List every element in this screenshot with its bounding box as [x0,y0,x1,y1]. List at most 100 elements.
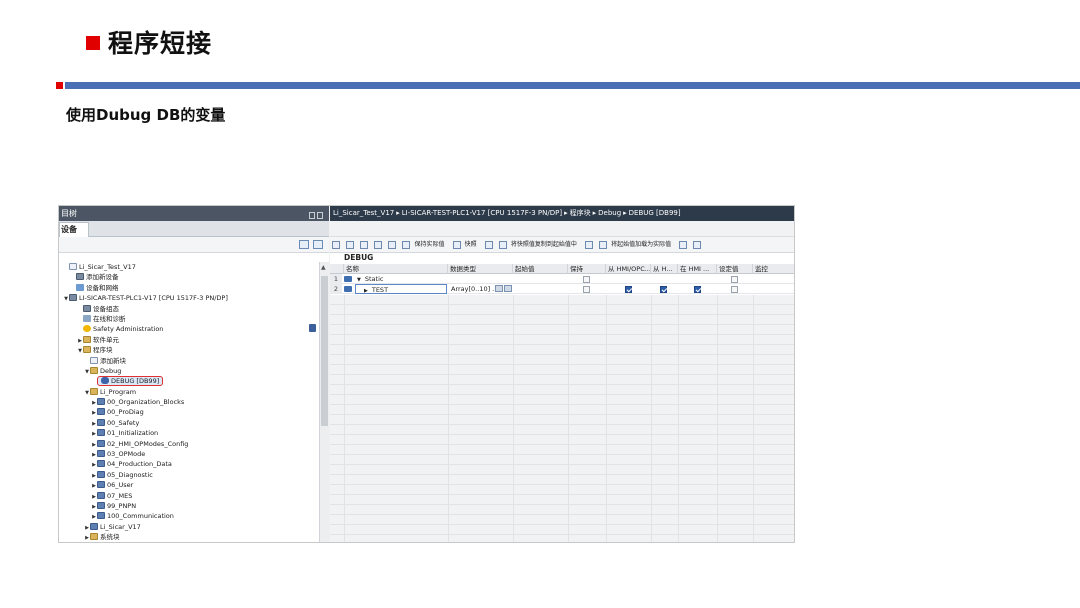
tree-item[interactable]: 设备组态 [59,304,319,314]
collapse-icon[interactable] [374,241,383,249]
project-tree-scrollbar[interactable]: ▲ [319,262,329,542]
breadcrumb-item[interactable]: DEBUG [DB99] [629,209,681,217]
table-row[interactable]: 2 ▶ TEST Array[0..10] ... [330,284,794,294]
start-value-cell[interactable] [515,284,565,294]
monitor-icon[interactable] [402,241,411,249]
tree-item[interactable]: ▶ 软件单元 [59,335,319,345]
tree-item[interactable]: ▶ 01_Initialization [59,428,319,438]
tree-item[interactable]: ▶ 07_MES [59,491,319,501]
project-tree-pane: 目树 设备 Li_Sicar_Test_V17 添加新设备 设备和网络 ▼ LI-SIC… [59,206,329,542]
setpoint-checkbox[interactable] [731,286,738,293]
type-dialog-icon[interactable] [495,285,503,292]
more-icon[interactable] [693,241,702,249]
load-all-icon[interactable] [599,241,608,249]
variable-name-cell[interactable]: ▶ TEST [355,284,447,294]
tree-item[interactable]: Li_Sicar_Test_V17 [59,262,319,272]
add-row-icon[interactable] [346,241,355,249]
tree-item[interactable]: ▼ Li_Program [59,387,319,397]
tree-item[interactable]: ▶ 05_Diagnostic [59,470,319,480]
tree-item-label: 设备组态 [93,304,119,313]
expand-icon[interactable] [360,241,369,249]
breadcrumb-item[interactable]: LI-SICAR-TEST-PLC1-V17 [CPU 1517F-3 PN/D… [402,209,562,217]
breadcrumb-item[interactable]: 程序块 [570,209,591,217]
dev-icon [83,304,91,312]
block-icon [97,512,105,520]
column-header[interactable]: 监控 [753,264,794,274]
grid-view-icon[interactable] [299,240,309,249]
breadcrumb-item[interactable]: Debug [598,209,621,217]
tree-item[interactable]: ▼ LI-SICAR-TEST-PLC1-V17 [CPU 1517F-3 PN/… [59,293,319,303]
scroll-up-icon[interactable]: ▲ [321,264,326,271]
column-header[interactable]: 数据类型 [448,264,513,274]
tree-item[interactable]: ▼ 程序块 [59,345,319,355]
load-icon[interactable] [584,241,593,249]
column-header[interactable]: 从 HMI/OPC... [606,264,651,274]
block-icon [97,460,105,468]
copy-icon[interactable] [484,241,493,249]
hmi-access-checkbox[interactable] [625,286,632,293]
title-marker [86,36,100,50]
expand-arrow-icon[interactable]: ▶ [364,288,368,293]
load-start-button[interactable]: 将起始值加载为实际值 [611,237,671,253]
db-title: DEBUG [344,253,374,262]
insert-row-icon[interactable] [332,241,340,249]
data-type-cell[interactable] [450,274,494,284]
tree-item-selected[interactable]: DEBUG [DB99] [59,376,319,387]
column-header[interactable]: 设定值 [717,264,753,274]
keep-actual-button[interactable]: 保持实际值 [414,237,444,253]
tree-item-label: 05_Diagnostic [107,470,153,479]
snapshot-button[interactable]: 快照 [465,237,477,253]
tree-item[interactable]: ▶ 系统块 [59,532,319,542]
pin-icon[interactable] [309,212,315,219]
table-empty-area [330,295,794,542]
tree-item-label: 00_Organization_Blocks [107,398,185,407]
db-editor-pane: Li_Sicar_Test_V17 ▸ LI-SICAR-TEST-PLC1-V17… [330,206,794,542]
tree-item[interactable]: ▶ 03_OPMode [59,449,319,459]
tree-item[interactable]: ▶ 00_ProDiag [59,407,319,417]
copy-all-icon[interactable] [498,241,507,249]
setpoint-checkbox[interactable] [731,276,738,283]
snapshot-icon[interactable] [452,241,461,249]
hmi-visible-checkbox[interactable] [694,286,701,293]
retain-checkbox[interactable] [583,276,590,283]
breadcrumb-item[interactable]: Li_Sicar_Test_V17 [333,209,394,217]
variable-name-cell[interactable]: ▼ Static [355,274,447,284]
start-value-cell[interactable] [515,274,565,284]
column-header[interactable]: 名称 [344,264,448,274]
settings-icon[interactable] [679,241,688,249]
collapse-arrow-icon[interactable]: ▼ [357,277,361,283]
column-header[interactable]: 保持 [568,264,606,274]
hmi-write-checkbox[interactable] [660,286,667,293]
tab-devices[interactable]: 设备 [59,222,89,237]
column-header[interactable]: 从 H... [651,264,678,274]
tree-item[interactable]: ▶ 100_Communication [59,511,319,521]
column-header[interactable]: 在 HMI ... [678,264,717,274]
copy-snapshot-button[interactable]: 将快照值复制到起始值中 [511,237,577,253]
list-icon[interactable] [388,241,397,249]
table-row[interactable]: 1 ▼ Static [330,274,794,284]
tree-item[interactable]: ▶ Li_Sicar_V17 [59,522,319,532]
tree-item[interactable]: 设备和网络 [59,283,319,293]
tree-view-icon[interactable] [313,240,323,249]
tree-item[interactable]: 添加新设备 [59,272,319,282]
tree-item[interactable]: ▶ 04_Production_Data [59,459,319,469]
tree-item-label: 程序块 [93,346,113,355]
tree-item[interactable]: ▶ 06_User [59,480,319,490]
tree-item[interactable]: ▼ Debug [59,366,319,376]
tree-item[interactable]: ▶ 02_HMI_OPModes_Config [59,439,319,449]
minimize-icon[interactable] [317,212,323,219]
retain-checkbox[interactable] [583,286,590,293]
data-type-cell[interactable]: Array[0..10] ... [450,284,494,294]
tree-item-content: 01_Initialization [97,429,158,437]
tree-item[interactable]: ▶ 00_Safety [59,418,319,428]
scroll-thumb[interactable] [321,276,328,426]
tree-item[interactable]: ▶ 99_PNPN [59,501,319,511]
type-dropdown-icon[interactable] [504,285,512,292]
column-header[interactable]: 起始值 [513,264,568,274]
tree-item-content: 02_HMI_OPModes_Config [97,439,188,448]
tree-item[interactable]: 添加新块 [59,356,319,366]
tree-item[interactable]: Safety Administration [59,324,319,334]
tree-item[interactable]: 在线和诊断 [59,314,319,324]
tree-item[interactable]: ▶ 00_Organization_Blocks [59,397,319,407]
column-header[interactable] [330,264,344,274]
